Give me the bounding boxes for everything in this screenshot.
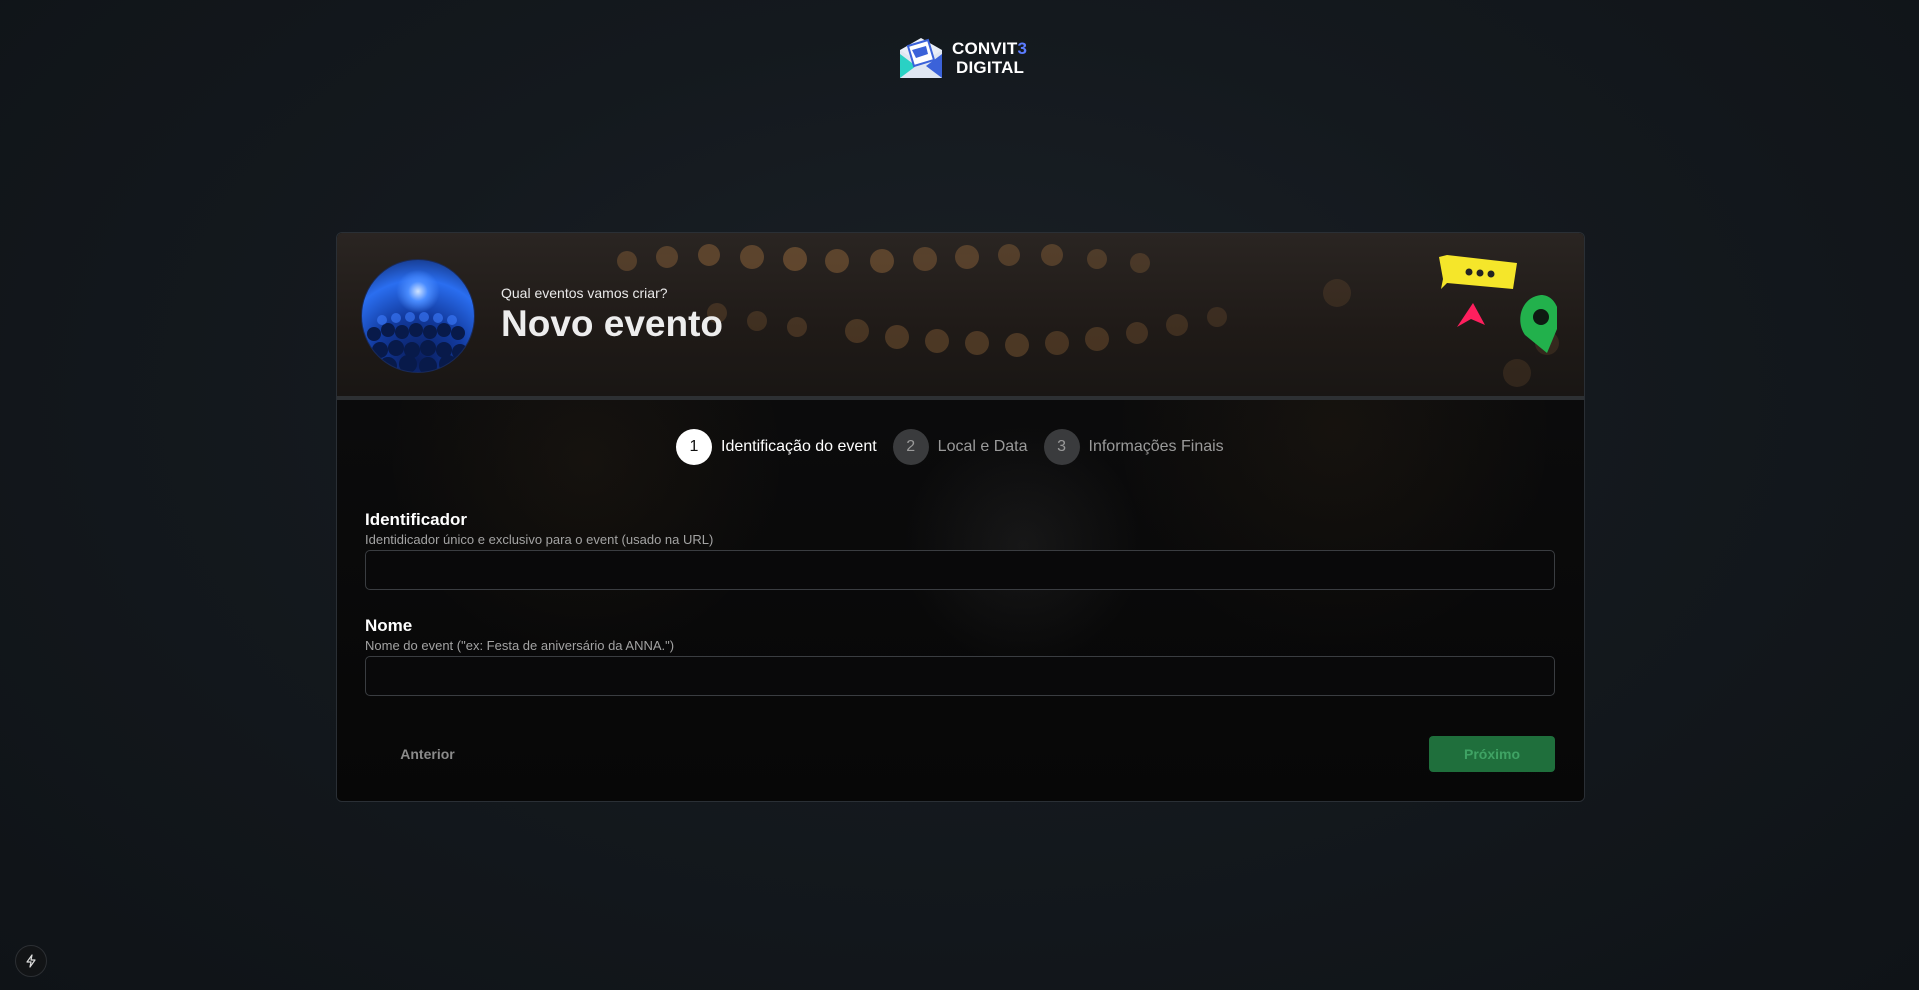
name-label: Nome — [365, 616, 413, 635]
step-number: 2 — [892, 429, 929, 465]
step-label: Informações Finais — [1088, 438, 1224, 455]
step-final-info[interactable]: 3 Informações Finais — [1043, 429, 1224, 465]
new-event-card: Qual eventos vamos criar? Novo evento 1 … — [336, 232, 1585, 802]
identifier-help-text: Identidicador único e exclusivo para o e… — [365, 532, 714, 547]
page-title: Novo evento — [501, 303, 724, 344]
brand-accent: 3 — [1017, 39, 1028, 58]
card-header: Qual eventos vamos criar? Novo evento — [337, 233, 1584, 400]
previous-button[interactable]: Anterior — [365, 736, 490, 772]
identifier-field-group: Identificador Identidicador único e excl… — [365, 510, 1555, 590]
location-pin-icon — [1520, 295, 1557, 353]
brand-name: CONVIT3 DIGITAL — [952, 39, 1028, 77]
identifier-input[interactable] — [365, 550, 1555, 590]
envelope-logo-icon — [900, 38, 942, 78]
step-label: Identificação do event — [721, 438, 877, 455]
header-decorations — [1439, 255, 1557, 353]
form-stepper: 1 Identificação do event 2 Local e Data … — [676, 429, 1224, 465]
step-identification[interactable]: 1 Identificação do event — [676, 429, 877, 465]
step-location-date[interactable]: 2 Local e Data — [892, 429, 1028, 465]
crowd-concert-icon — [367, 312, 468, 372]
event-avatar-image — [361, 259, 475, 373]
chat-bubble-icon — [1439, 255, 1517, 289]
name-field-group: Nome Nome do event ("ex: Festa de aniver… — [365, 616, 1555, 696]
step-number: 3 — [1043, 429, 1080, 465]
name-help-text: Nome do event ("ex: Festa de aniversário… — [365, 638, 675, 653]
next-button[interactable]: Próximo — [1429, 736, 1555, 772]
name-input[interactable] — [365, 656, 1555, 696]
dev-tools-button[interactable] — [15, 945, 47, 977]
identifier-label: Identificador — [365, 510, 468, 529]
step-label: Local e Data — [937, 438, 1028, 455]
brand-logo[interactable]: CONVIT3 DIGITAL — [898, 36, 1027, 80]
lightning-icon — [26, 954, 36, 968]
cursor-arrow-icon — [1457, 303, 1485, 327]
step-number: 1 — [676, 429, 712, 465]
header-subtitle: Qual eventos vamos criar? — [501, 285, 668, 301]
